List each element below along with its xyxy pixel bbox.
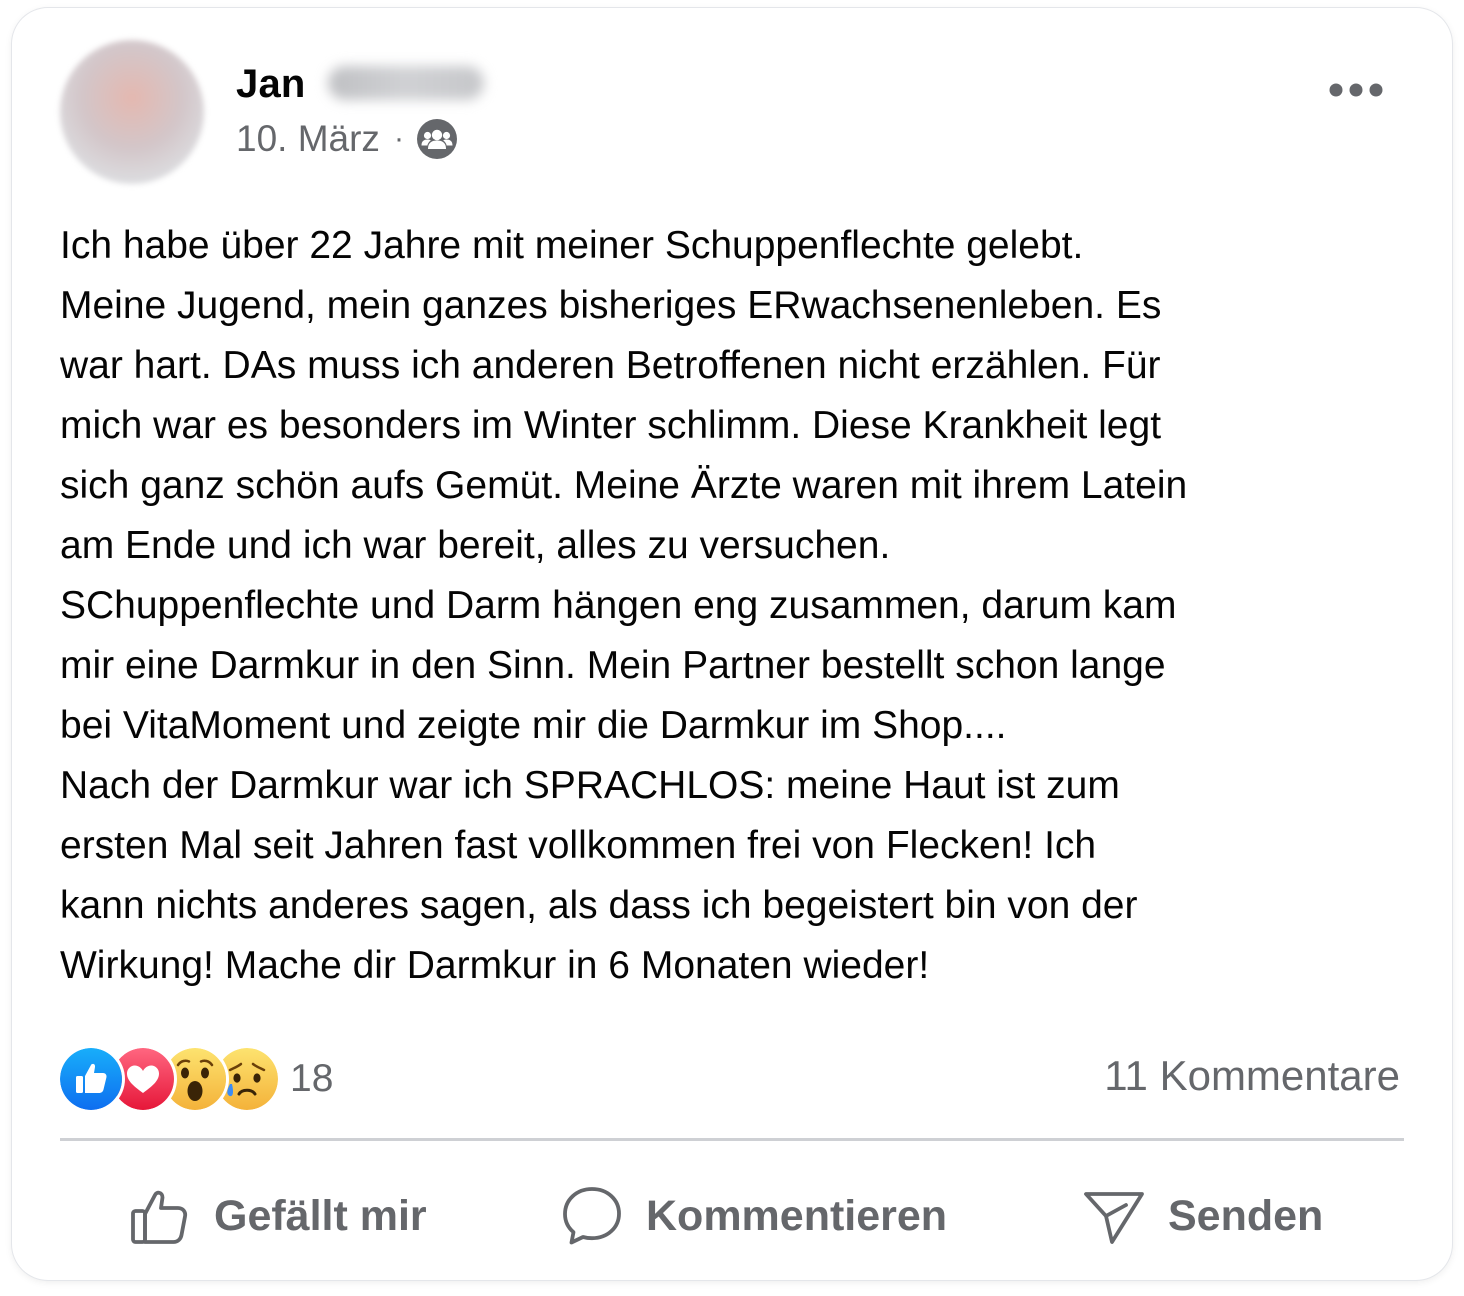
divider [60, 1138, 1404, 1141]
author-name[interactable]: Jan [236, 62, 306, 107]
author-surname-redacted [328, 66, 484, 100]
comment-bubble-icon [563, 1187, 621, 1245]
reactions-summary[interactable]: 18 [60, 1044, 333, 1114]
like-label: Gefällt mir [214, 1191, 427, 1240]
post-card: Jan 10. März · Ich habe über 22 Jahre mi… [12, 8, 1452, 1280]
comment-label: Kommentieren [646, 1191, 948, 1240]
thumbs-up-icon [131, 1190, 188, 1244]
share-label: Senden [1168, 1191, 1324, 1240]
meta-separator: · [393, 122, 404, 155]
reaction-icons [60, 1048, 278, 1110]
action-bar: Gefällt mir Kommentieren Senden [60, 1168, 1404, 1264]
post-meta: 10. März · [236, 116, 458, 162]
reaction-count: 18 [290, 1057, 334, 1100]
author-avatar[interactable] [60, 40, 204, 184]
post-text: Ich habe über 22 Jahre mit meiner Schupp… [60, 224, 1188, 987]
like-reaction-icon [60, 1048, 122, 1110]
like-button[interactable]: Gefällt mir [128, 1168, 427, 1264]
group-icon[interactable] [416, 118, 458, 160]
send-icon [1084, 1192, 1144, 1244]
comments-count[interactable]: 11 Kommentare [1104, 1052, 1400, 1100]
more-options-button[interactable] [1312, 62, 1400, 118]
post-date[interactable]: 10. März [236, 118, 380, 160]
more-options-icon [1329, 83, 1383, 97]
share-button[interactable]: Senden [1082, 1168, 1323, 1264]
comment-button[interactable]: Kommentieren [560, 1168, 947, 1264]
